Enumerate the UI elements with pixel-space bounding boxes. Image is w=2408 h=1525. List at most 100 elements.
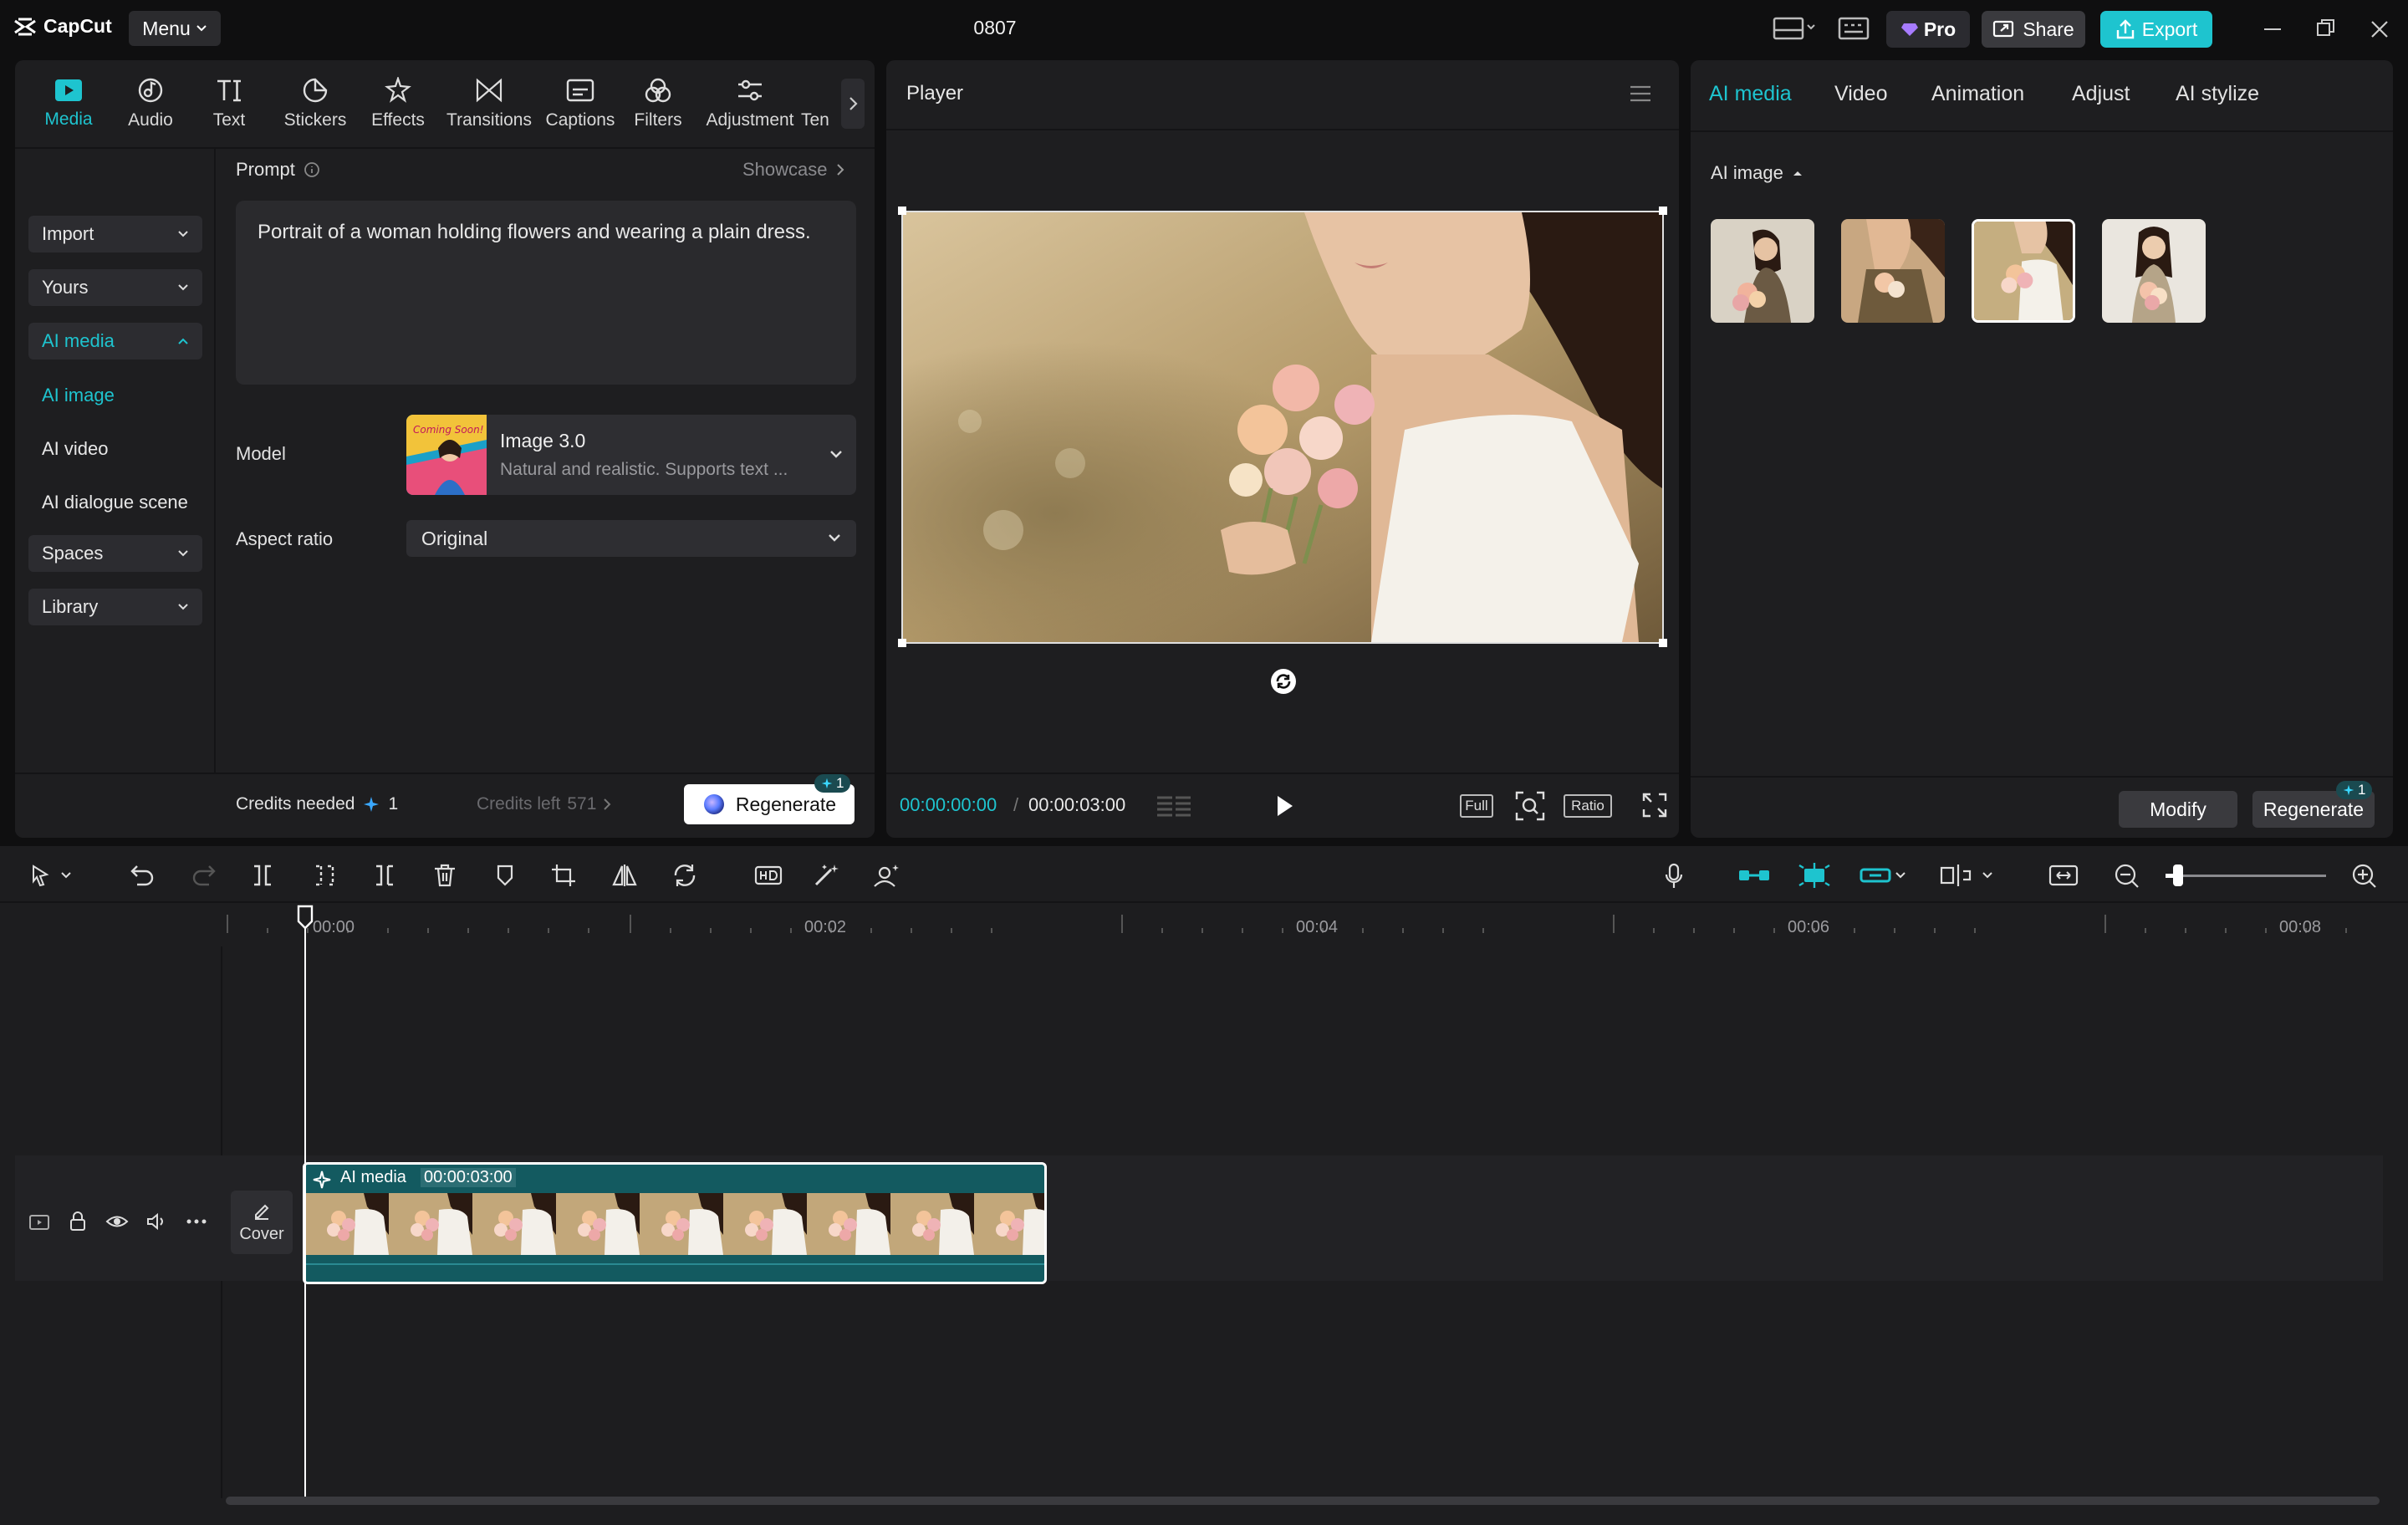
spaces-button[interactable]: Spaces [28,535,202,572]
minimize-icon[interactable] [2261,13,2284,43]
tabs-scroll-right-button[interactable] [841,79,865,129]
crop-handle-icon[interactable] [898,207,906,215]
zoom-slider-track[interactable] [2166,875,2326,877]
volume-icon[interactable] [145,1212,169,1231]
zoom-fit-icon[interactable] [1515,791,1545,821]
more-icon[interactable] [186,1217,207,1226]
main-track-magnet-icon[interactable] [1737,863,1771,888]
model-select[interactable]: Coming Soon! Image 3.0 Natural and reali… [406,415,856,495]
select-tool-icon[interactable] [28,863,75,888]
share-button[interactable]: Share [1982,11,2085,48]
current-time: 00:00:00:00 [900,794,997,815]
tab-audio[interactable]: Audio [104,69,197,139]
aspect-ratio-label: Aspect ratio [236,528,334,549]
info-icon[interactable] [304,161,320,178]
tab-transitions-label: Transitions [446,110,532,130]
zoom-out-icon[interactable] [2114,863,2140,888]
clip-duration: 00:00:03:00 [421,1168,516,1187]
rotate-clip-icon[interactable] [671,863,699,888]
tab-captions[interactable]: Captions [532,69,629,139]
ai-image-section-label: AI image [1711,162,1783,183]
tab-transitions[interactable]: Transitions [436,69,542,139]
cover-button[interactable]: Cover [231,1191,293,1254]
video-preview[interactable] [901,211,1664,644]
fullscreen-icon[interactable] [1642,793,1667,818]
sidebar-item-ai-dialogue-scene[interactable]: AI dialogue scene [42,492,188,513]
split-right-icon[interactable] [371,863,398,888]
menu-button[interactable]: Menu [129,11,221,46]
fit-timeline-icon[interactable] [2048,863,2080,888]
shortcuts-icon[interactable] [1838,13,1870,43]
showcase-link[interactable]: Showcase [742,159,844,181]
zoom-in-icon[interactable] [2351,863,2378,888]
tab-animation[interactable]: Animation [1931,82,2024,106]
tab-media[interactable]: Media [22,69,115,139]
crop-handle-icon[interactable] [898,639,906,647]
auto-snap-icon[interactable] [1798,863,1831,888]
playhead-handle-icon[interactable] [296,905,314,930]
tab-text[interactable]: Text [187,69,271,139]
export-button[interactable]: Export [2100,11,2212,48]
delete-icon[interactable] [431,863,458,888]
tab-adjustment[interactable]: Adjustment [694,69,806,139]
layout-icon[interactable] [1773,13,1816,43]
undo-icon[interactable] [129,863,156,888]
timeline: 00:00 00:02 00:04 00:06 00:08 Cover AI m… [0,846,2408,1525]
microphone-icon[interactable] [1664,863,1684,890]
linkage-icon[interactable] [1860,863,1906,888]
credits-left[interactable]: Credits left 571 [477,794,611,814]
yours-button[interactable]: Yours [28,269,202,306]
tab-ai-stylize[interactable]: AI stylize [2176,82,2259,106]
frame-grid-icon[interactable] [1156,793,1192,819]
redo-icon[interactable] [191,863,217,888]
tab-filters[interactable]: Filters [617,69,699,139]
crop-icon[interactable] [550,863,579,888]
sidebar-item-ai-video[interactable]: AI video [42,438,109,460]
split-left-icon[interactable] [311,863,338,888]
lock-icon[interactable] [69,1211,87,1232]
full-quality-button[interactable]: Full [1460,794,1493,818]
aspect-ratio-select[interactable]: Original [406,520,856,557]
time-ruler[interactable]: 00:00 00:02 00:04 00:06 00:08 [226,905,2383,943]
ai-image-result-2[interactable] [1841,219,1945,323]
player-title: Player [906,82,964,105]
rotate-icon[interactable] [1269,667,1298,696]
split-icon[interactable] [249,863,276,888]
import-button[interactable]: Import [28,216,202,252]
tab-adjust[interactable]: Adjust [2072,82,2130,106]
crop-handle-icon[interactable] [1659,207,1667,215]
ai-image-result-3-selected[interactable] [1972,219,2075,323]
tab-templates[interactable]: Ten [801,69,829,139]
playhead[interactable] [304,915,306,1500]
hd-icon[interactable] [754,863,783,888]
pro-label: Pro [1923,18,1956,40]
ratio-button[interactable]: Ratio [1564,794,1612,818]
tab-video[interactable]: Video [1834,82,1888,106]
mirror-icon[interactable] [610,863,639,888]
ai-image-result-4[interactable] [2102,219,2206,323]
sidebar-item-ai-image[interactable]: AI image [42,385,115,406]
timeline-scrollbar[interactable] [226,1497,2380,1505]
ai-person-icon[interactable] [873,863,901,888]
restore-icon[interactable] [2314,13,2338,43]
pro-button[interactable]: Pro [1886,11,1970,48]
tab-effects[interactable]: Effects [351,69,445,139]
close-icon[interactable] [2368,13,2391,43]
ai-image-section-toggle[interactable]: AI image [1711,162,1803,184]
timeline-clip[interactable]: AI media 00:00:03:00 [303,1162,1047,1284]
hamburger-icon[interactable] [1629,84,1652,104]
magic-wand-icon[interactable] [813,863,841,888]
eye-icon[interactable] [105,1212,129,1231]
preview-axis-icon[interactable] [1940,863,1995,888]
tab-stickers[interactable]: Stickers [266,69,365,139]
marker-icon[interactable] [492,863,518,888]
library-button[interactable]: Library [28,589,202,625]
crop-handle-icon[interactable] [1659,639,1667,647]
play-icon[interactable] [1273,793,1296,819]
zoom-slider-handle[interactable] [2173,865,2184,886]
modify-button[interactable]: Modify [2119,791,2237,828]
ai-media-button[interactable]: AI media [28,323,202,360]
tab-ai-media[interactable]: AI media [1709,82,1792,106]
prompt-input[interactable]: Portrait of a woman holding flowers and … [236,201,856,385]
ai-image-result-1[interactable] [1711,219,1814,323]
